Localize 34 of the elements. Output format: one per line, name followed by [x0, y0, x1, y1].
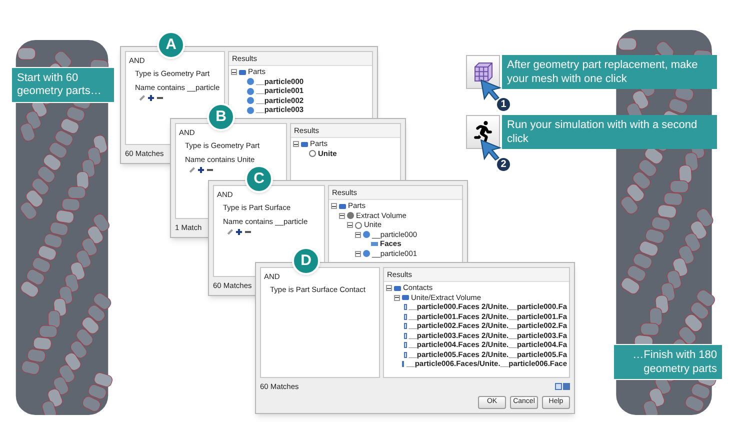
tree-toggle-icon[interactable]	[293, 141, 299, 147]
pencil-icon[interactable]	[189, 167, 195, 172]
step-badge: A	[157, 31, 185, 59]
plus-icon[interactable]	[198, 166, 204, 173]
plus-icon[interactable]	[236, 228, 242, 235]
plus-icon[interactable]	[148, 94, 154, 101]
cursor-icon	[480, 79, 502, 101]
tree-toggle-icon[interactable]	[355, 250, 361, 256]
tree-toggle-icon[interactable]	[347, 222, 353, 228]
part-icon	[363, 250, 370, 257]
tree-toggle-icon[interactable]	[386, 285, 392, 291]
running-figure-icon	[472, 121, 494, 143]
tree-toggle-icon[interactable]	[355, 232, 361, 238]
volume-icon	[355, 222, 362, 228]
outro-callout: …Finish with 180 geometry parts	[613, 344, 723, 380]
cursor-icon	[480, 139, 502, 161]
step-number: 1	[496, 97, 511, 112]
face-icon	[371, 242, 378, 246]
pencil-icon[interactable]	[227, 229, 233, 234]
intro-callout: Start with 60 geometry parts…	[11, 67, 115, 103]
tree-toggle-icon[interactable]	[339, 212, 345, 218]
tree-toggle-icon[interactable]	[331, 203, 337, 209]
solid-icon	[347, 212, 354, 219]
folder-icon	[301, 142, 308, 146]
part-icon	[363, 231, 370, 238]
pencil-icon[interactable]	[139, 95, 145, 100]
volume-icon	[309, 150, 316, 157]
step-callout: Run your simulation with with a second click	[502, 115, 717, 149]
folder-icon	[239, 70, 246, 74]
tree-toggle-icon[interactable]	[394, 294, 400, 300]
folder-icon	[339, 204, 346, 208]
step-number: 2	[496, 157, 511, 172]
tree-toggle-icon[interactable]	[231, 69, 237, 75]
step-callout: After geometry part replacement, make your mesh with one click	[502, 55, 717, 89]
